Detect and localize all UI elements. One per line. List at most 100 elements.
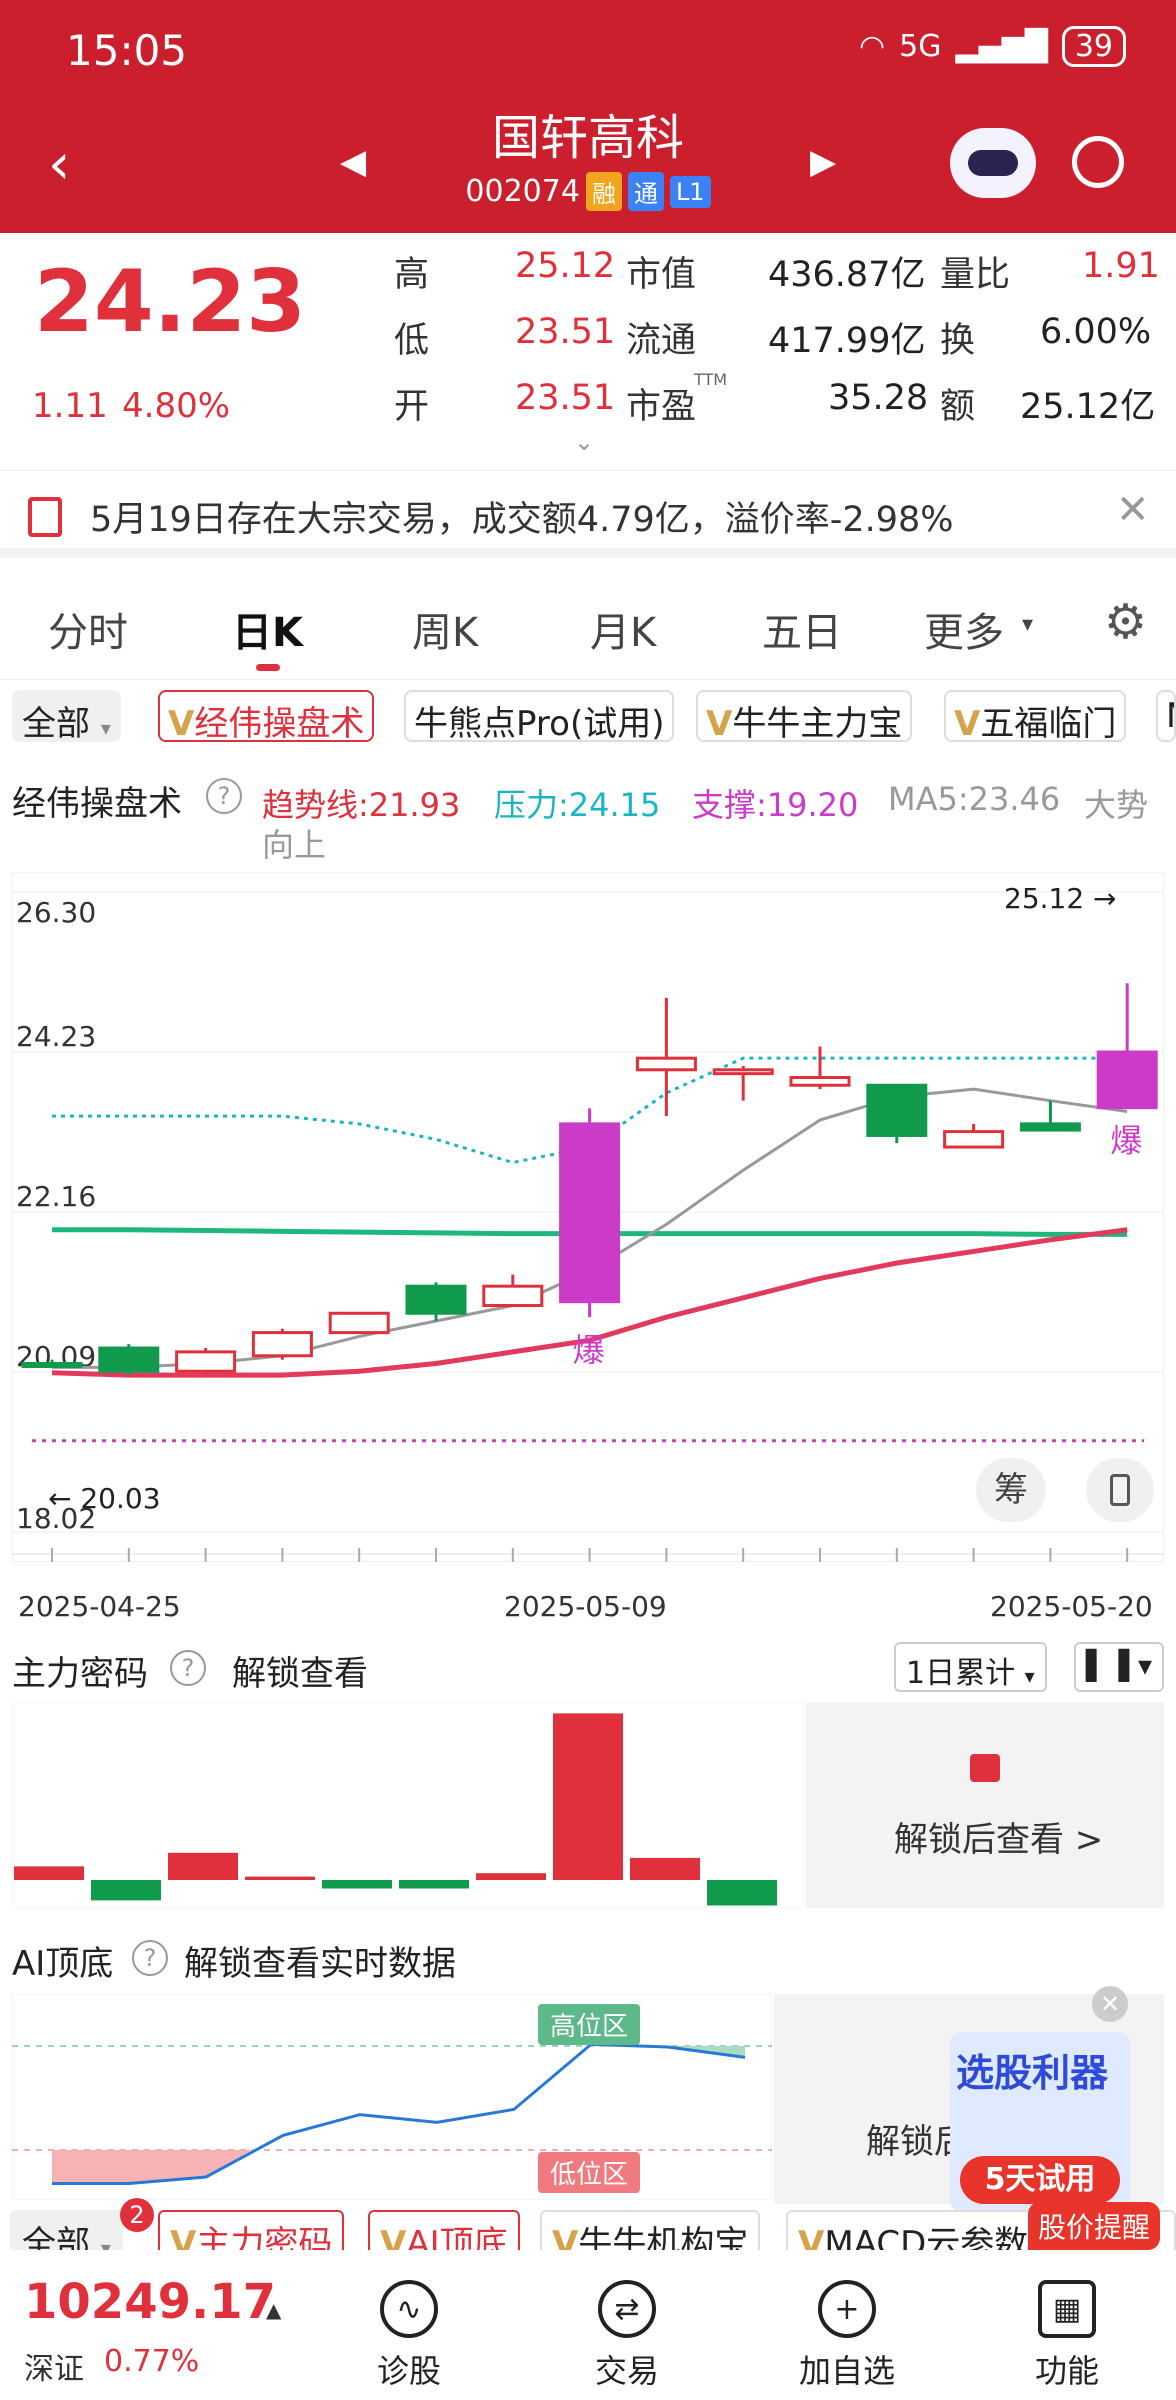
label-market-cap: 市值 [626,255,697,295]
candle-body [789,1076,851,1087]
grid-icon: ▦ [1038,2280,1096,2338]
indicator-name: 经伟操盘术 [12,784,182,824]
v-badge-icon: V [168,704,195,744]
trade-icon: ⇄ [598,2280,656,2338]
tab-monthly-k[interactable]: 月K [590,600,656,658]
nav-add-watchlist[interactable]: + 加自选 [792,2280,902,2392]
label-high: 高 [394,255,430,295]
tab-daily-k[interactable]: 日K [232,600,303,658]
nav-functions[interactable]: ▦ 功能 [1012,2280,1122,2392]
chip-niuxiong[interactable]: 牛熊点Pro(试用) [404,690,675,744]
x-tick-label: 2025-04-25 [18,1590,181,1623]
value-pe: 35.28 [828,378,929,418]
force-bar [630,1857,700,1880]
value-turnover: 6.00% [1040,312,1152,352]
expand-chevron-icon[interactable]: ⌄ [574,428,594,456]
nav-trade[interactable]: ⇄ 交易 [572,2280,682,2392]
main-force-unlock-link[interactable]: 解锁查看 [232,1646,368,1695]
chip-niuniu[interactable]: V牛牛主力宝 [696,690,913,744]
legend-pressure: 压力:24.15 [494,786,661,824]
search-icon[interactable] [1072,136,1124,188]
ai-top-bottom-chart [12,1994,772,2200]
index-trend-icon: ▲ [266,2298,282,2322]
status-time: 15:05 [66,26,188,75]
candle-body [1019,1122,1081,1132]
legend-trend-text-1: 大势 [1084,786,1149,824]
label-volume-ratio: 量比 [940,255,1011,295]
diagnose-icon: ∿ [380,2280,438,2338]
period-select[interactable]: 1日累计 ▾ [894,1642,1047,1692]
value-float: 417.99亿 [768,321,926,361]
low-price-label: ← 20.03 [48,1482,161,1515]
burst-label: 爆 [1110,1122,1142,1160]
chip-jingwei-label: 经伟操盘术 [194,704,365,744]
tab-five-day[interactable]: 五日 [762,600,842,658]
candle-body [559,1122,621,1304]
candle-body [943,1130,1005,1149]
ai-top-title: AI顶底 [12,1944,114,1984]
legend-support: 支撑:19.20 [692,786,859,824]
force-bar [245,1876,315,1880]
x-tick-label: 2025-05-09 [504,1590,667,1623]
chip-all-label: 全部 [22,704,90,744]
index-pct: 0.77% [104,2344,200,2379]
nav-functions-label: 功能 [1034,2352,1099,2390]
notice-doc-icon [28,497,62,537]
chip-next[interactable]: N [1156,690,1176,742]
notification-badge: 2 [120,2198,154,2232]
help-icon[interactable]: ? [170,1650,206,1686]
force-bar [91,1880,161,1901]
network-label: 5G [899,29,942,64]
main-force-locked-panel[interactable]: 解锁后查看 > [806,1702,1164,1908]
force-bar [322,1880,392,1889]
legend-trend-text-2: 向上 [262,826,327,864]
candle-body [251,1331,313,1358]
close-icon[interactable]: ✕ [1116,487,1150,533]
help-icon[interactable]: ? [206,778,242,814]
promo-trial-button[interactable]: 5天试用 [960,2156,1120,2204]
label-amount: 额 [940,387,976,427]
tab-more[interactable]: 更多 [924,600,1004,658]
chip-wufu-label: 五福临门 [980,704,1117,744]
y-tick-label: 24.23 [16,1020,96,1053]
tag-level: L1 [669,175,711,208]
tab-intraday[interactable]: 分时 [48,600,128,658]
unlock-view-text: 解锁后查看 > [894,1820,1104,1860]
candle-body [712,1068,774,1076]
candlestick-chart[interactable]: 26.3024.2322.1620.0918.02爆爆25.12 →← 20.0… [12,872,1164,1562]
price-alert-button[interactable]: 股价提醒 [1028,2202,1161,2250]
value-high: 25.12 [515,246,616,286]
candle-body [175,1350,237,1373]
promo-banner[interactable]: 选股利器 5天试用 [950,2032,1130,2212]
tag-connect: 通 [627,172,664,211]
promo-close-icon[interactable]: ✕ [1092,1986,1128,2022]
chip-all[interactable]: 全部 ▾ [12,690,121,744]
value-low: 23.51 [515,312,616,352]
chip-distribution-button[interactable]: 筹 [976,1458,1046,1522]
label-turnover: 换 [940,321,976,361]
wifi-icon: ◠ [858,29,886,64]
candle-body [328,1311,390,1335]
x-tick-label: 2025-05-20 [990,1590,1153,1623]
dropdown-caret-icon: ▾ [1024,1664,1035,1688]
rotate-screen-icon[interactable] [1086,1458,1154,1522]
nav-diagnose[interactable]: ∿ 诊股 [354,2280,464,2392]
notice-bar[interactable]: 5月19日存在大宗交易，成交额4.79亿，溢价率-2.98% ✕ [0,470,1176,558]
chip-niuniu-label: 牛牛主力宝 [732,704,903,744]
ai-top-unlock-link[interactable]: 解锁查看实时数据 [184,1936,456,1985]
help-icon[interactable]: ? [132,1940,168,1976]
settings-gear-icon[interactable]: ⚙ [1104,594,1147,650]
label-pe: 市盈 [626,387,697,427]
burst-label: 爆 [573,1331,605,1369]
price-change-pct: 4.80% [122,386,231,426]
chip-jingwei[interactable]: V经伟操盘术 [158,690,375,744]
tab-weekly-k[interactable]: 周K [412,600,478,658]
bar-chart-toggle-icon[interactable]: ▌▐ ▾ [1074,1642,1164,1692]
chip-wufu[interactable]: V五福临门 [944,690,1127,744]
y-tick-label: 26.30 [16,896,96,929]
period-tabs: 分时 日K 周K 月K 五日 更多 ▾ ⚙ [0,560,1176,680]
pe-suffix: TTM [694,370,728,389]
force-bar [553,1713,623,1880]
value-amount: 25.12亿 [1020,387,1156,427]
assistant-robot-icon[interactable] [950,128,1036,198]
